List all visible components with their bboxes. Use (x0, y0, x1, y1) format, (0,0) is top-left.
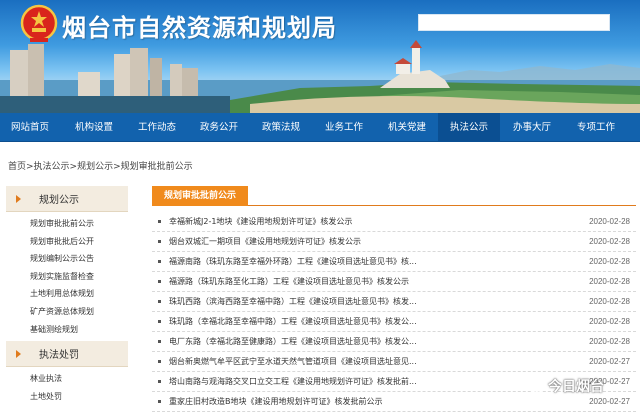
list-item-title[interactable]: 烟台双城汇一期项目《建设用地规划许可证》核发公示 (169, 236, 570, 247)
list-item[interactable]: 电厂东路（幸福北路至健康路）工程《建设项目选址意见书》核发公... 2020-02… (152, 332, 636, 352)
bullet-icon (158, 260, 161, 263)
sidebar-section-planning[interactable]: 规划公示 (6, 186, 128, 212)
arrow-right-icon (16, 349, 21, 358)
list-item-title[interactable]: 幸福新城J2-1地块《建设用地规划许可证》核发公示 (169, 216, 570, 227)
list-item-title[interactable]: 珠玑路（幸福北路至幸福中路）工程《建设项目选址意见书》核发公... (169, 316, 570, 327)
list-item-date: 2020-02-28 (589, 297, 630, 306)
nav-item-business[interactable]: 业务工作 (312, 113, 376, 142)
nav-item-organization[interactable]: 机构设置 (62, 113, 126, 142)
header-banner: 烟台市自然资源和规划局 (0, 0, 640, 113)
list-item-date: 2020-02-28 (589, 217, 630, 226)
wechat-icon (524, 377, 544, 394)
sidebar-item[interactable]: 规划实施监督检查 (30, 268, 128, 286)
sidebar-item[interactable]: 基础测绘规划 (30, 321, 128, 339)
list-item-title[interactable]: 重家庄旧村改造B地块《建设用地规划许可证》核发批前公示 (169, 396, 570, 407)
sidebar-list: 规划审批批前公示 规划审批批后公开 规划编制公示公告 规划实施监督检查 土地利用… (6, 212, 128, 341)
sidebar-item[interactable]: 规划编制公示公告 (30, 250, 128, 268)
main-nav: 网站首页 机构设置 工作动态 政务公开 政策法规 业务工作 机关党建 执法公示 … (0, 112, 640, 142)
list-item-date: 2020-02-28 (589, 337, 630, 346)
list-item-title[interactable]: 烟台新奥燃气牟平区武宁至水道天然气管道项目《建设项目选址意见... (169, 356, 570, 367)
nav-item-party-building[interactable]: 机关党建 (376, 113, 438, 142)
list-item-title[interactable]: 福源路（珠玑东路至化工路）工程《建设项目选址意见书》核发公示 (169, 276, 570, 287)
sidebar-item[interactable]: 矿产资源总体规划 (30, 303, 128, 321)
bullet-icon (158, 340, 161, 343)
sidebar-item[interactable]: 规划审批批前公示 (30, 215, 128, 233)
source-watermark: 今日烟台 (524, 374, 604, 398)
list-item-date: 2020-02-27 (589, 357, 630, 366)
breadcrumb[interactable]: 首页>执法公示>规划公示>规划审批批前公示 (8, 159, 193, 172)
list-item[interactable]: 珠玑路（幸福北路至幸福中路）工程《建设项目选址意见书》核发公... 2020-02… (152, 312, 636, 332)
list-item-date: 2020-02-28 (589, 317, 630, 326)
sidebar-list: 林业执法 土地处罚 (6, 367, 128, 408)
list-item-title[interactable]: 电厂东路（幸福北路至健康路）工程《建设项目选址意见书》核发公... (169, 336, 570, 347)
list-item-date: 2020-02-28 (589, 257, 630, 266)
list-item-date: 2020-02-28 (589, 277, 630, 286)
sidebar-item[interactable]: 土地处罚 (30, 388, 128, 406)
list-item[interactable]: 幸福新城J2-1地块《建设用地规划许可证》核发公示 2020-02-28 (152, 212, 636, 232)
national-emblem-icon (20, 4, 58, 42)
list-item[interactable]: 福源路（珠玑东路至化工路）工程《建设项目选址意见书》核发公示 2020-02-28 (152, 272, 636, 292)
bullet-icon (158, 280, 161, 283)
nav-item-special-work[interactable]: 专项工作 (564, 113, 628, 142)
list-item-title[interactable]: 塔山南路与观海路交叉口立交工程《建设用地规划许可证》核发批前... (169, 376, 570, 387)
nav-item-service-hall[interactable]: 办事大厅 (500, 113, 564, 142)
arrow-right-icon (16, 194, 21, 203)
sidebar-item[interactable]: 规划审批批后公开 (30, 233, 128, 251)
bullet-icon (158, 320, 161, 323)
sidebar-item[interactable]: 林业执法 (30, 370, 128, 388)
bullet-icon (158, 220, 161, 223)
list-item[interactable]: 珠玑西路（滨海西路至幸福中路）工程《建设项目选址意见书》核发... 2020-02… (152, 292, 636, 312)
list-item-date: 2020-02-28 (589, 237, 630, 246)
sidebar-item[interactable]: 土地利用总体规划 (30, 285, 128, 303)
bullet-icon (158, 240, 161, 243)
list-item-title[interactable]: 福源南路（珠玑东路至幸福外环路）工程《建设项目选址意见书》核... (169, 256, 570, 267)
nav-item-home[interactable]: 网站首页 (4, 113, 56, 142)
site-title: 烟台市自然资源和规划局 (62, 14, 337, 42)
sidebar-section-enforcement[interactable]: 执法处罚 (6, 341, 128, 368)
bullet-icon (158, 400, 161, 403)
list-item[interactable]: 烟台新奥燃气牟平区武宁至水道天然气管道项目《建设项目选址意见... 2020-02… (152, 352, 636, 372)
nav-item-news[interactable]: 工作动态 (126, 113, 188, 142)
sidebar: 规划公示 规划审批批前公示 规划审批批后公开 规划编制公示公告 规划实施监督检查… (6, 186, 128, 408)
panel-tab-title: 规划审批批前公示 (152, 186, 249, 206)
nav-item-public-affairs[interactable]: 政务公开 (188, 113, 250, 142)
nav-item-enforcement[interactable]: 执法公示 (438, 112, 500, 142)
search-input[interactable] (418, 14, 610, 31)
panel-header: 规划审批批前公示 (152, 186, 636, 206)
list-item-date: 2020-02-27 (589, 397, 630, 406)
bullet-icon (158, 380, 161, 383)
sidebar-section-title: 执法处罚 (39, 350, 79, 362)
bullet-icon (158, 300, 161, 303)
list-item[interactable]: 烟台双城汇一期项目《建设用地规划许可证》核发公示 2020-02-28 (152, 232, 636, 252)
bullet-icon (158, 360, 161, 363)
watermark-text: 今日烟台 (548, 379, 604, 395)
sidebar-section-title: 规划公示 (39, 195, 79, 206)
nav-item-policies[interactable]: 政策法规 (250, 113, 312, 142)
list-item-title[interactable]: 珠玑西路（滨海西路至幸福中路）工程《建设项目选址意见书》核发... (169, 296, 570, 307)
list-item[interactable]: 福源南路（珠玑东路至幸福外环路）工程《建设项目选址意见书》核... 2020-02… (152, 252, 636, 272)
